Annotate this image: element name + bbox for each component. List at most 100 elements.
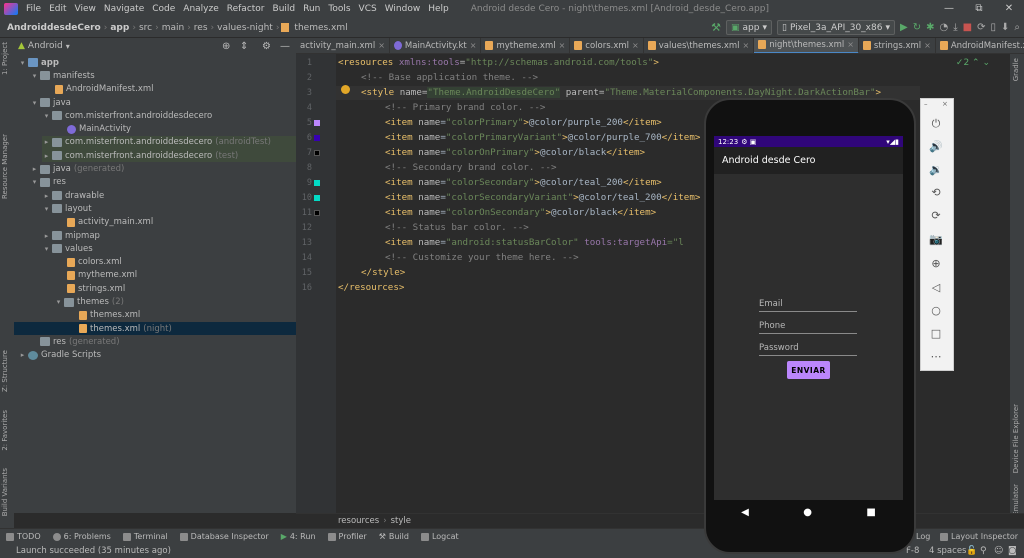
favorites-tab[interactable]: 2: Favorites [1,410,9,451]
more-icon[interactable]: ⋯ [929,350,943,364]
color-swatch-teal-200-variant[interactable] [314,195,320,201]
menu-edit[interactable]: Edit [45,4,70,14]
profile-icon[interactable]: ◔ [939,22,948,33]
menu-analyze[interactable]: Analyze [179,4,222,14]
run-icon[interactable]: ▶ [900,22,908,33]
tree-item-java-generated[interactable]: ▸ java (generated) [30,162,125,175]
tree-item-res-generated[interactable]: res (generated) [30,335,120,348]
close-icon[interactable]: × [470,41,477,50]
tree-item-themes-night[interactable]: themes.xml (night) [14,322,296,336]
crumb-src[interactable]: src [136,23,155,33]
maximize-button[interactable]: ⧉ [964,0,994,18]
terminal-tool-button[interactable]: Terminal [117,532,174,541]
todo-tool-button[interactable]: TODO [0,532,47,541]
layout-inspector-tool-button[interactable]: Layout Inspector [934,532,1024,541]
breadcrumb-resources[interactable]: resources [338,516,379,526]
menu-vcs[interactable]: VCS [355,4,381,14]
sync-icon[interactable]: ⟳ [977,22,985,33]
stop-icon[interactable]: ■ [963,22,972,33]
back-nav-icon[interactable]: ◀ [741,507,749,518]
chevron-down-icon[interactable]: ▾ [66,42,70,51]
color-swatch-purple-200[interactable] [314,120,320,126]
minimize-button[interactable]: — [934,0,964,18]
camera-icon[interactable]: 📷 [929,233,943,247]
tab-colors[interactable]: colors.xml × [570,38,644,53]
crumb-file[interactable]: themes.xml [291,23,350,33]
volume-down-icon[interactable]: 🔉 [929,163,943,177]
menu-help[interactable]: Help [424,4,453,14]
search-icon[interactable]: ⌕ [1014,22,1020,33]
logcat-tool-button[interactable]: Logcat [415,532,465,541]
close-emulator-icon[interactable]: × [942,100,948,108]
build-variants-tab[interactable]: Build Variants [1,468,9,516]
tree-item-activity-main[interactable]: activity_main.xml [66,216,153,229]
problems-tool-button[interactable]: 6: Problems [47,532,117,541]
zoom-icon[interactable]: ⊕ [929,257,943,271]
home-nav-icon[interactable]: ● [803,507,812,518]
git-icon[interactable]: ⚲ [980,546,987,556]
crumb-main[interactable]: main [159,23,188,33]
rotate-right-icon[interactable]: ⟳ [929,209,943,223]
status-message[interactable]: Launch succeeded (35 minutes ago) [16,546,171,556]
tree-item-package-test[interactable]: ▸ com.misterfront.androiddesdecero (test) [42,149,296,163]
tab-androidmanifest[interactable]: AndroidManifest.xml× [936,38,1024,53]
run-config-select[interactable]: ▣ app ▾ [725,20,772,35]
tab-mytheme[interactable]: mytheme.xml × [481,38,571,53]
inspection-ok-icon[interactable]: ✓2 ⌃ ⌄ [956,58,990,68]
color-swatch-black[interactable] [314,150,320,156]
tree-item-androidmanifest[interactable]: AndroidManifest.xml [54,83,154,96]
tab-activity-main[interactable]: activity_main.xml × [296,38,390,53]
power-icon[interactable]: ⏻ [929,117,943,131]
close-icon[interactable]: × [847,40,854,49]
menu-tools[interactable]: Tools [324,4,354,14]
lock-icon[interactable]: 🔓 [966,546,977,556]
close-window-button[interactable]: ✕ [994,0,1024,18]
project-tool-tab[interactable]: 1: Project [1,42,9,75]
notifications-icon[interactable]: ◙ [1008,546,1017,556]
menu-refactor[interactable]: Refactor [223,4,269,14]
avd-manager-icon[interactable]: ▯ [990,22,996,33]
home-icon[interactable]: ○ [929,304,943,318]
menu-run[interactable]: Run [299,4,324,14]
gear-icon[interactable]: ⚙ [262,41,271,52]
close-icon[interactable]: × [559,41,566,50]
menu-file[interactable]: File [22,4,45,14]
crumb-project[interactable]: AndroiddesdeCero [4,23,104,33]
collapse-icon[interactable]: ⇕ [240,41,248,52]
encoding-indicator[interactable]: F-8 [906,546,919,556]
crumb-res[interactable]: res [191,23,211,33]
overview-icon[interactable]: □ [929,327,943,341]
close-icon[interactable]: × [743,41,750,50]
tree-item-themes-day[interactable]: themes.xml [78,309,140,322]
build-tool-button[interactable]: ⚒ Build [373,532,415,541]
back-icon[interactable]: ◁ [929,281,943,295]
tree-item-package-androidtest[interactable]: ▸ com.misterfront.androiddesdecero (androi… [42,135,296,150]
volume-up-icon[interactable]: 🔊 [929,140,943,154]
close-icon[interactable]: × [924,41,931,50]
tree-item-strings[interactable]: strings.xml [66,282,125,295]
tree-item-gradle-scripts[interactable]: ▸ Gradle Scripts [18,349,101,362]
build-hammer-icon[interactable]: ⚒ [711,21,721,34]
menu-build[interactable]: Build [269,4,300,14]
debug-icon[interactable]: ✱ [926,22,934,33]
attach-debugger-icon[interactable]: ⤓ [953,22,957,33]
sdk-manager-icon[interactable]: ⬇ [1001,22,1009,33]
crumb-values-night[interactable]: values-night [214,23,276,33]
color-swatch-purple-700[interactable] [314,135,320,141]
emulator-tab[interactable]: Emulator [1012,484,1020,516]
tab-night-themes[interactable]: night\themes.xml × [754,38,859,53]
menu-code[interactable]: Code [148,4,179,14]
gradle-tab[interactable]: Gradle [1012,58,1020,81]
password-field[interactable]: Password [759,343,857,356]
database-inspector-tool-button[interactable]: Database Inspector [174,532,275,541]
hide-panel-icon[interactable]: — [280,41,290,52]
tree-item-colors[interactable]: colors.xml [66,256,122,269]
locate-icon[interactable]: ⊕ [222,41,230,52]
inspector-icon[interactable]: ☺ [994,546,1003,556]
structure-tab[interactable]: Z: Structure [1,350,9,392]
close-icon[interactable]: × [378,41,385,50]
indent-indicator[interactable]: 4 spaces [929,546,966,556]
color-swatch-teal-200[interactable] [314,180,320,186]
tree-item-manifests[interactable]: ▾ manifests [30,69,95,82]
email-field[interactable]: Email [759,299,857,312]
